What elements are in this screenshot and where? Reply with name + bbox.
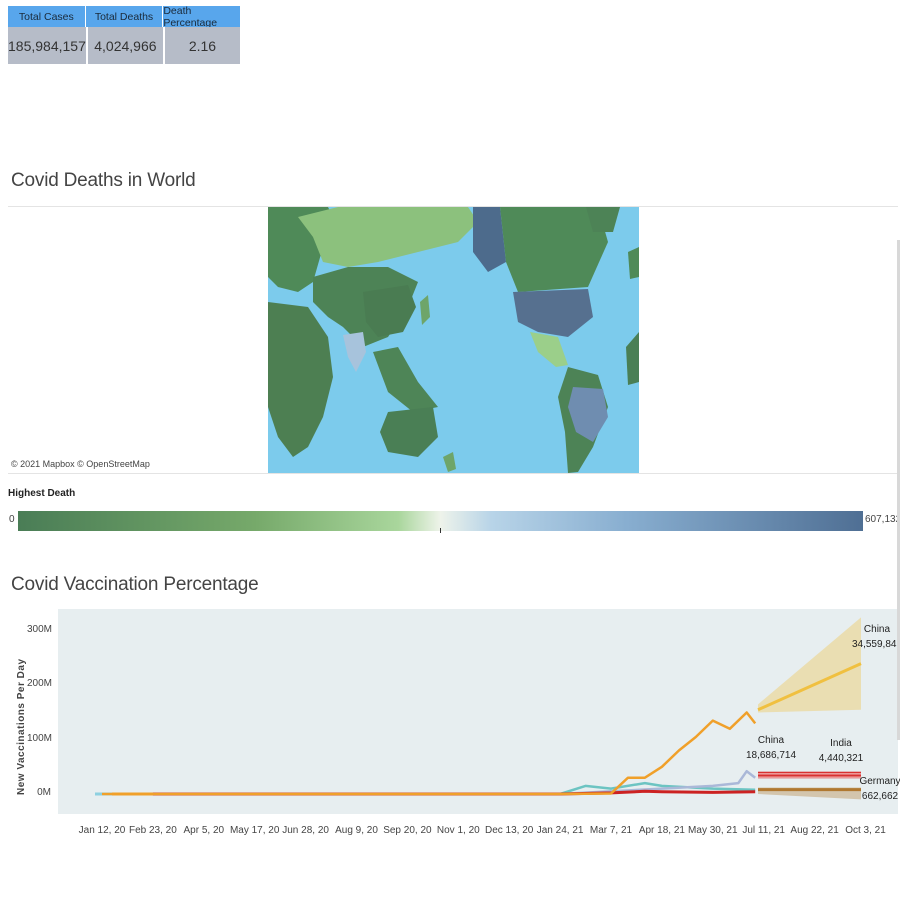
x-tick-label: May 17, 20 [229, 825, 280, 836]
x-tick-label: Feb 23, 20 [128, 825, 177, 836]
world-map[interactable] [268, 207, 639, 473]
x-tick-label: Aug 22, 21 [790, 825, 839, 836]
kpi-header-row: Total Cases Total Deaths Death Percentag… [8, 5, 241, 29]
annotation-value: 662,662 [861, 791, 899, 802]
kpi-value-row: 185,984,157 4,024,966 2.16 [8, 27, 241, 64]
kpi-table: Total Cases Total Deaths Death Percentag… [8, 5, 241, 64]
y-tick-label: 100M [27, 732, 53, 744]
kpi-total-deaths-value[interactable]: 4,024,966 [87, 27, 165, 64]
kpi-header-total-deaths: Total Deaths [85, 6, 164, 27]
legend-min-value: 0 [9, 514, 15, 525]
x-tick-label: Apr 5, 20 [183, 825, 225, 836]
x-tick-label: Mar 7, 21 [589, 825, 633, 836]
annotation-china: China 18,686,714 [746, 733, 796, 763]
annotation-label: China [863, 624, 891, 635]
legend-max-value: 607,132 [865, 514, 900, 525]
kpi-header-death-percentage: Death Percentage [163, 5, 241, 29]
x-tick-label: Jan 24, 21 [536, 825, 584, 836]
annotation-label: Germany [859, 776, 900, 787]
legend-marker [440, 528, 441, 533]
chart-plot-area[interactable] [58, 609, 898, 814]
x-tick-label: Jul 11, 21 [742, 825, 785, 836]
y-tick-label: 0M [37, 787, 51, 798]
vaccination-section-title: Covid Vaccination Percentage [11, 574, 259, 595]
x-tick-label: Jan 12, 20 [78, 825, 126, 836]
annotation-india: India 4,440,321 [819, 736, 864, 766]
x-tick-label: Oct 3, 21 [845, 825, 886, 836]
y-axis-label-text: New Vaccinations Per Day [16, 658, 27, 795]
annotation-china: China 34,559,845 [852, 622, 900, 652]
legend-title: Highest Death [8, 488, 76, 499]
map-section-title: Covid Deaths in World [11, 170, 196, 191]
y-tick-label: 300M [27, 624, 53, 635]
annotation-germany: Germany 662,662 [859, 774, 900, 804]
annotation-value: 4,440,321 [818, 753, 864, 764]
x-tick-label: Aug 9, 20 [335, 825, 378, 836]
map-attribution: © 2021 Mapbox © OpenStreetMap [11, 459, 150, 469]
x-tick-label: May 30, 21 [688, 825, 738, 836]
x-tick-label: Dec 13, 20 [485, 825, 534, 836]
annotation-label: India [830, 738, 852, 749]
annotation-label: China [757, 735, 785, 746]
x-tick-label: Sep 20, 20 [383, 825, 432, 836]
x-tick-label: Apr 18, 21 [638, 825, 685, 836]
kpi-header-total-cases: Total Cases [8, 6, 86, 27]
x-tick-label: Nov 1, 20 [436, 825, 480, 836]
kpi-death-percentage-value[interactable]: 2.16 [164, 27, 241, 64]
y-tick-label: 200M [27, 678, 53, 690]
annotation-value: 34,559,845 [851, 639, 900, 650]
annotation-value: 18,686,714 [745, 750, 797, 761]
x-tick-label: Jun 28, 20 [282, 825, 329, 836]
kpi-total-cases-value[interactable]: 185,984,157 [8, 27, 88, 64]
